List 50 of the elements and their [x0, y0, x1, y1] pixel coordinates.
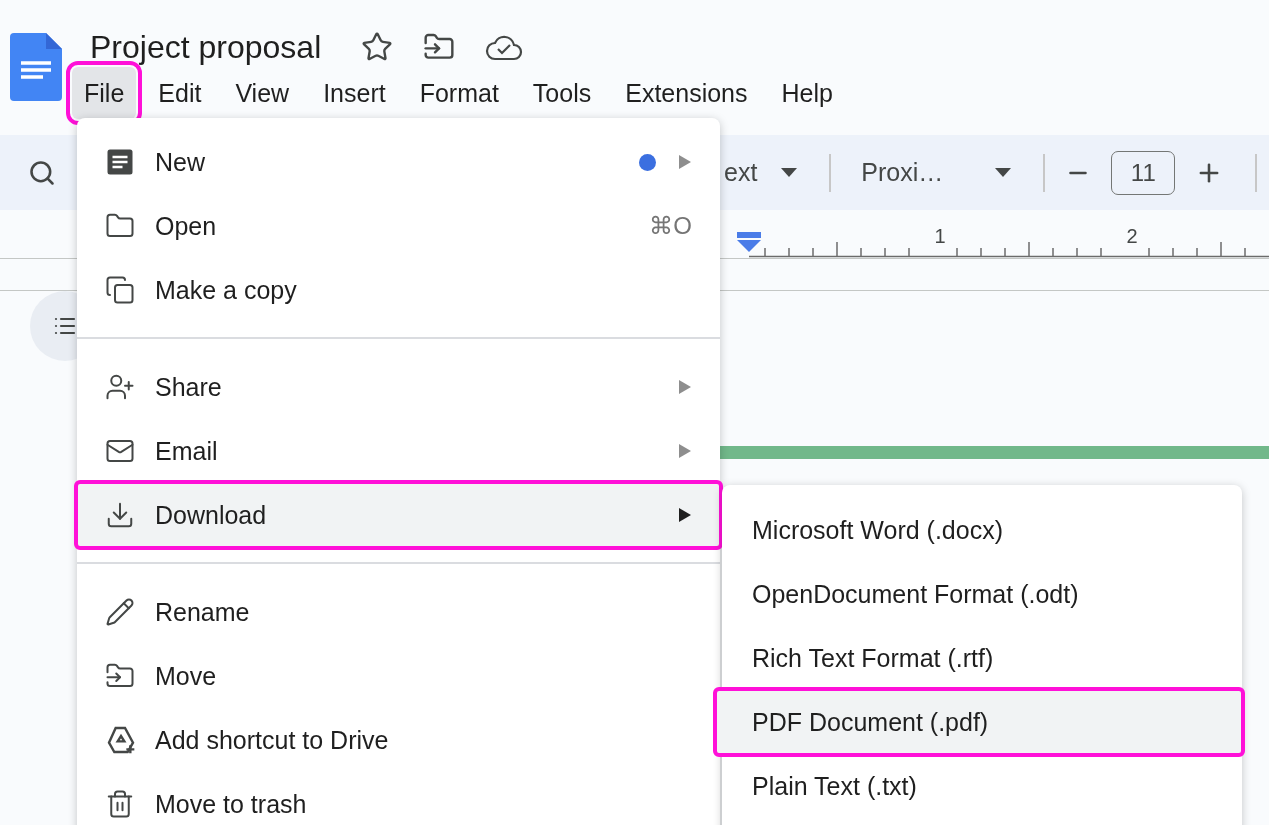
submenu-item[interactable]: Rich Text Format (.rtf) [722, 626, 1242, 690]
document-title[interactable]: Project proposal [90, 27, 322, 67]
submenu-item[interactable]: OpenDocument Format (.odt) [722, 562, 1242, 626]
font-size-field[interactable]: 11 [1111, 150, 1176, 195]
menu-item[interactable]: Download [77, 483, 720, 547]
menu-bar-item[interactable]: Edit [146, 67, 214, 119]
download-icon [105, 500, 135, 530]
triangle-plus-icon [105, 724, 137, 756]
menu-item-label: Add shortcut to Drive [155, 725, 390, 755]
menu-item[interactable]: Share [77, 355, 720, 419]
menu-item[interactable]: New [77, 130, 720, 194]
menu-item[interactable]: Make a copy [77, 258, 720, 322]
menu-item-label: Make a copy [155, 275, 298, 305]
style-dropdown[interactable]: ext [724, 158, 758, 187]
copy-icon [105, 275, 135, 305]
caret-icon[interactable] [781, 167, 798, 178]
menu-item-label: New [155, 147, 206, 177]
menu-bar-item[interactable]: Help [769, 67, 845, 119]
caret-icon[interactable] [995, 167, 1012, 178]
menu-bar-item[interactable]: Format [407, 67, 511, 119]
search-icon[interactable] [28, 158, 56, 187]
submenu-item[interactable]: PDF Document (.pdf) [716, 690, 1242, 754]
menu-item-label: Move to trash [155, 789, 308, 819]
pencil-icon [105, 597, 135, 627]
menu-item-label: Rename [155, 597, 251, 627]
ruler-label: 1 [934, 225, 946, 247]
indent-marker-icon[interactable] [737, 232, 761, 252]
menu-item[interactable]: Open ⌘O [77, 194, 720, 258]
menu-bar-item[interactable]: View [223, 67, 302, 119]
menu-bar-item[interactable]: Extensions [613, 67, 760, 119]
menu-item[interactable]: Rename [77, 580, 720, 644]
font-dropdown[interactable]: Proxi… [861, 158, 944, 187]
menu-item[interactable]: Move to trash [77, 772, 720, 825]
menu-bar-item[interactable]: Tools [520, 67, 604, 119]
shortcut-text: ⌘O [649, 212, 692, 240]
submenu-item[interactable]: Plain Text (.txt) [722, 754, 1242, 818]
docs-logo-icon[interactable] [10, 33, 62, 101]
menu-bar-item[interactable]: Insert [311, 67, 398, 119]
menu-item-label: Share [155, 372, 223, 402]
menu-item-label: Email [155, 436, 219, 466]
menu-item-label: Move [155, 661, 218, 691]
menu-item[interactable]: Email [77, 419, 720, 483]
trash-icon [105, 789, 135, 819]
submenu-item[interactable]: Microsoft Word (.docx) [722, 498, 1242, 562]
menu-item-label: Open [155, 211, 218, 241]
ruler-label: 2 [1126, 225, 1138, 247]
person-add-icon [105, 372, 135, 402]
menu-item-label: Download [155, 500, 268, 530]
star-icon[interactable] [361, 31, 394, 63]
document-icon [105, 147, 135, 177]
